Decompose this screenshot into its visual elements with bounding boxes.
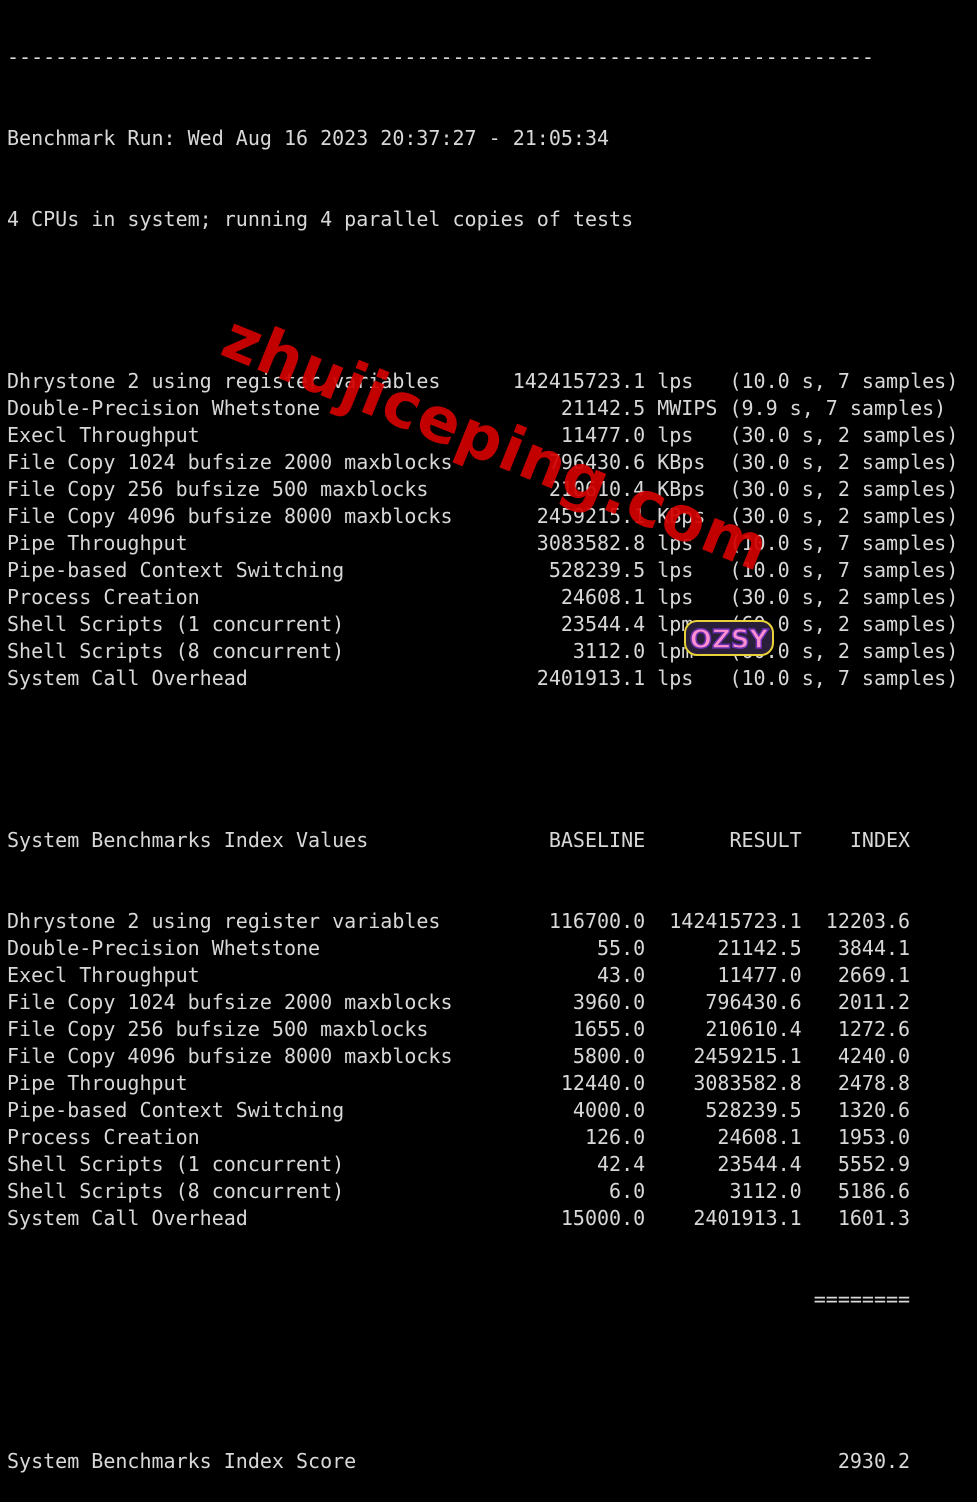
result-line: System Call Overhead 2401913.1 lps (10.0… <box>7 666 959 690</box>
index-row: Dhrystone 2 using register variables 116… <box>7 909 911 933</box>
index-row: File Copy 4096 bufsize 8000 maxblocks 58… <box>7 1044 911 1068</box>
index-row: Process Creation 126.0 24608.1 1953.0 <box>7 1125 911 1149</box>
index-header-line: System Benchmarks Index Values BASELINE … <box>7 828 911 852</box>
index-row: Double-Precision Whetstone 55.0 21142.5 … <box>7 936 911 960</box>
terminal-output: ----------------------------------------… <box>7 0 958 1502</box>
result-line: Process Creation 24608.1 lps (30.0 s, 2 … <box>7 585 959 609</box>
ozsy-logo-icon: OZSY <box>684 620 774 656</box>
index-row: Shell Scripts (8 concurrent) 6.0 3112.0 … <box>7 1179 911 1203</box>
index-row: File Copy 1024 bufsize 2000 maxblocks 39… <box>7 990 911 1014</box>
result-line: Shell Scripts (8 concurrent) 3112.0 lpm … <box>7 639 959 663</box>
index-row: Shell Scripts (1 concurrent) 42.4 23544.… <box>7 1152 911 1176</box>
index-row: File Copy 256 bufsize 500 maxblocks 1655… <box>7 1017 911 1041</box>
result-line: Dhrystone 2 using register variables 142… <box>7 369 959 393</box>
logo-text: OZSY <box>690 625 770 655</box>
cpu-info-line: 4 CPUs in system; running 4 parallel cop… <box>7 207 634 231</box>
index-rows-block: Dhrystone 2 using register variables 116… <box>7 908 958 1232</box>
index-row: Pipe-based Context Switching 4000.0 5282… <box>7 1098 911 1122</box>
index-row: System Call Overhead 15000.0 2401913.1 1… <box>7 1206 911 1230</box>
results-block: Dhrystone 2 using register variables 142… <box>7 368 958 692</box>
result-line: Pipe-based Context Switching 528239.5 lp… <box>7 558 959 582</box>
benchmark-run-line: Benchmark Run: Wed Aug 16 2023 20:37:27 … <box>7 126 610 150</box>
result-line: Pipe Throughput 3083582.8 lps (10.0 s, 7… <box>7 531 959 555</box>
result-line: File Copy 256 bufsize 500 maxblocks 2106… <box>7 477 959 501</box>
index-row: Pipe Throughput 12440.0 3083582.8 2478.8 <box>7 1071 911 1095</box>
score-rule-line: ======== <box>7 1287 911 1311</box>
result-line: Execl Throughput 11477.0 lps (30.0 s, 2 … <box>7 423 959 447</box>
result-line: Double-Precision Whetstone 21142.5 MWIPS… <box>7 396 947 420</box>
separator-line: ----------------------------------------… <box>7 45 874 69</box>
result-line: File Copy 4096 bufsize 8000 maxblocks 24… <box>7 504 959 528</box>
score-line: System Benchmarks Index Score 2930.2 <box>7 1449 911 1473</box>
index-row: Execl Throughput 43.0 11477.0 2669.1 <box>7 963 911 987</box>
result-line: Shell Scripts (1 concurrent) 23544.4 lpm… <box>7 612 959 636</box>
result-line: File Copy 1024 bufsize 2000 maxblocks 79… <box>7 450 959 474</box>
